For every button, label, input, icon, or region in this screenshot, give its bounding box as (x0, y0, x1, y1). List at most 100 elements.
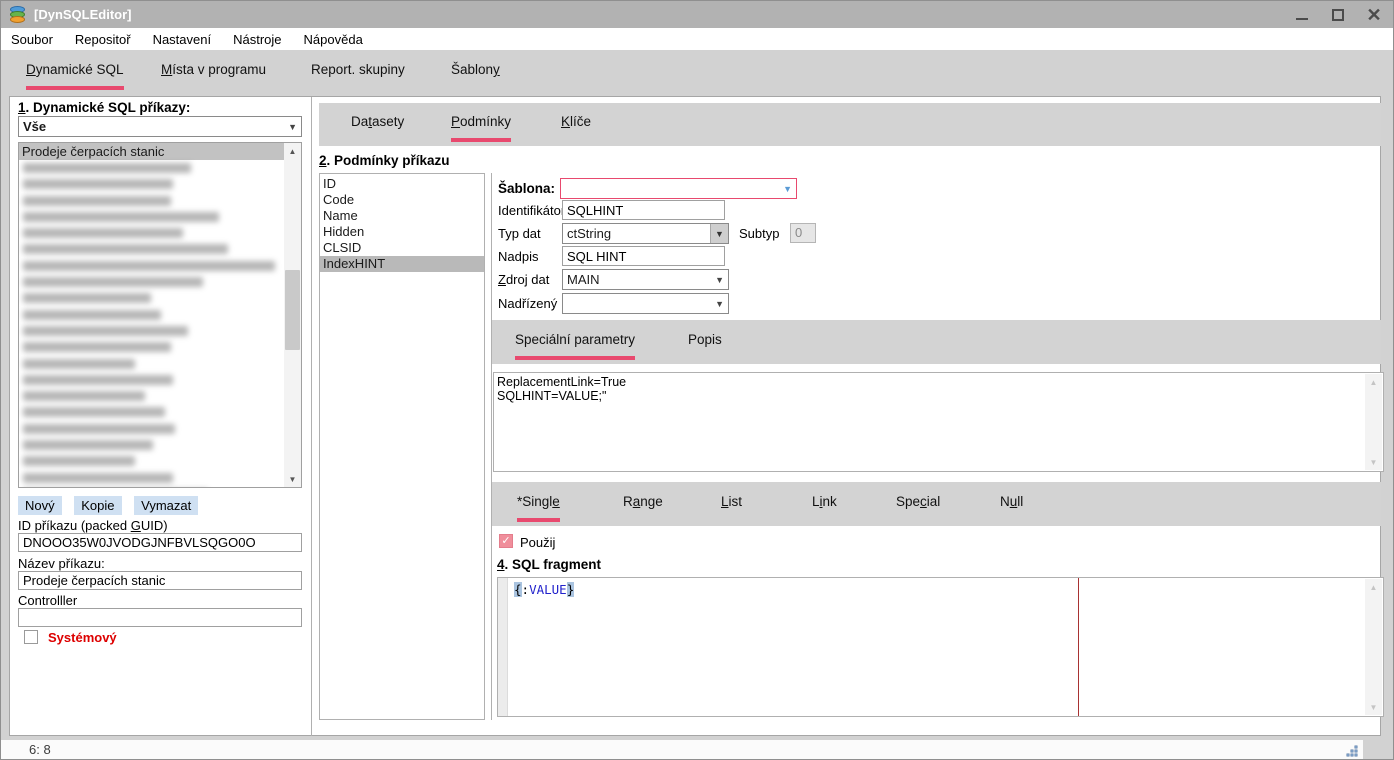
menu-nastroje[interactable]: Nástroje (231, 30, 291, 49)
tab-null[interactable]: Null (1000, 494, 1023, 518)
list-item[interactable]: Code (320, 192, 484, 208)
list-item[interactable]: CLSID (320, 240, 484, 256)
tab-single[interactable]: *Single (517, 494, 560, 522)
tab-klice[interactable]: Klíče (561, 114, 591, 138)
system-checkbox-label: Systémový (48, 630, 117, 645)
editor-code-line: {:VALUE} (514, 582, 574, 597)
parent-dropdown[interactable]: ▼ (562, 293, 729, 314)
maximize-icon (1332, 9, 1344, 21)
minimize-icon (1296, 18, 1308, 20)
condition-type-tab-bar: *Single Range List Link Special Null (492, 482, 1381, 526)
conditions-heading: 2. Podmínky příkazu (319, 153, 450, 168)
datatype-dropdown-value: ctString (567, 226, 611, 241)
filter-combobox-value: Vše (23, 119, 46, 134)
identifier-field[interactable] (562, 200, 725, 220)
menu-napoveda[interactable]: Nápověda (302, 30, 373, 49)
editor-scrollbar[interactable]: ▲ ▼ (1365, 579, 1382, 715)
new-button[interactable]: Nový (18, 496, 62, 515)
tab-sablony[interactable]: Šablony (451, 62, 500, 86)
tab-podminky[interactable]: Podmínky (451, 114, 511, 142)
tab-list[interactable]: List (721, 494, 742, 518)
title-bar: [DynSQLEditor] ✕ (1, 1, 1393, 28)
close-icon: ✕ (1366, 6, 1381, 24)
close-button[interactable]: ✕ (1363, 4, 1385, 26)
list-item-selected[interactable]: IndexHINT (320, 256, 484, 272)
list-item-selected[interactable]: Prodeje čerpacích stanic (19, 143, 284, 160)
check-icon: ✓ (501, 535, 510, 547)
delete-button[interactable]: Vymazat (134, 496, 198, 515)
tab-link[interactable]: Link (812, 494, 837, 518)
parent-label: Nadřízený (498, 296, 557, 311)
tab-dynamicke-sql[interactable]: Dynamické SQL (26, 62, 124, 90)
datasource-dropdown[interactable]: MAIN ▼ (562, 269, 729, 290)
scroll-up-icon[interactable]: ▲ (1365, 579, 1382, 595)
system-checkbox[interactable] (24, 630, 38, 644)
minimize-button[interactable] (1291, 4, 1313, 26)
tab-popis[interactable]: Popis (688, 332, 722, 356)
command-list-scrollbar[interactable]: ▲ ▼ (284, 143, 301, 487)
resize-grip-icon[interactable] (1343, 743, 1357, 756)
tab-specialni-parametry[interactable]: Speciální parametry (515, 332, 635, 360)
scroll-down-icon[interactable]: ▼ (284, 471, 301, 487)
template-label: Šablona: (498, 181, 555, 196)
datatype-label: Typ dat (498, 226, 541, 241)
menu-soubor[interactable]: Soubor (9, 30, 63, 49)
sql-command-list-blurred (19, 160, 301, 488)
detail-divider (491, 173, 492, 720)
pouzij-checkbox-label: Použij (520, 535, 555, 550)
template-combobox[interactable]: ▼ (560, 178, 797, 199)
scroll-up-icon[interactable]: ▲ (1365, 374, 1382, 390)
status-bar: 6: 8 (1, 740, 1363, 759)
param-scrollbar[interactable]: ▲ ▼ (1365, 374, 1382, 470)
pouzij-checkbox[interactable]: ✓ (499, 534, 513, 548)
maximize-button[interactable] (1327, 4, 1349, 26)
special-params-textarea[interactable]: ReplacementLink=True SQLHINT=VALUE;" ▲ ▼ (493, 372, 1384, 472)
tab-report-skupiny[interactable]: Report. skupiny (311, 62, 405, 86)
identifier-label: Identifikátor (498, 203, 565, 218)
scrollbar-thumb[interactable] (285, 270, 300, 350)
subtype-label: Subtyp (739, 226, 779, 241)
datasource-dropdown-value: MAIN (567, 272, 600, 287)
menu-nastaveni[interactable]: Nastavení (151, 30, 222, 49)
chevron-down-icon: ▼ (715, 299, 724, 309)
menu-bar: Soubor Repositoř Nastavení Nástroje Nápo… (1, 28, 1393, 50)
caption-field[interactable] (562, 246, 725, 266)
main-panel: 1. Dynamické SQL příkazy: Vše ▼ Prodeje … (9, 96, 1381, 736)
sql-fragment-heading: 4. SQL fragment (497, 557, 601, 572)
scroll-down-icon[interactable]: ▼ (1365, 699, 1382, 715)
condition-properties-list[interactable]: ID Code Name Hidden CLSID IndexHINT (319, 173, 485, 720)
datatype-dropdown[interactable]: ctString ▼ (562, 223, 729, 244)
chevron-down-icon: ▼ (288, 122, 297, 132)
chevron-down-icon[interactable]: ▼ (710, 224, 728, 243)
editor-gutter (498, 578, 508, 716)
command-name-field[interactable] (18, 571, 302, 590)
scroll-up-icon[interactable]: ▲ (284, 143, 301, 159)
list-item[interactable]: Name (320, 208, 484, 224)
tab-mista-v-programu[interactable]: Místa v programu (161, 62, 266, 86)
tab-datasety[interactable]: Datasety (351, 114, 404, 138)
window-title: [DynSQLEditor] (34, 7, 132, 22)
list-item[interactable]: Hidden (320, 224, 484, 240)
scroll-down-icon[interactable]: ▼ (1365, 454, 1382, 470)
app-window: [DynSQLEditor] ✕ Soubor Repositoř Nastav… (0, 0, 1394, 760)
command-name-label: Název příkazu: (18, 556, 105, 571)
datasource-label: Zdroj dat (498, 272, 549, 287)
list-item[interactable]: ID (320, 176, 484, 192)
filter-combobox[interactable]: Vše ▼ (18, 116, 302, 137)
app-database-icon (8, 6, 26, 24)
copy-button[interactable]: Kopie (74, 496, 121, 515)
param-tab-bar: Speciální parametry Popis (492, 320, 1381, 364)
tab-special[interactable]: Special (896, 494, 940, 518)
special-params-text: ReplacementLink=True SQLHINT=VALUE;" (497, 375, 1363, 469)
menu-repositor[interactable]: Repositoř (73, 30, 141, 49)
sidebar-heading: 1. Dynamické SQL příkazy: (18, 100, 190, 115)
sql-command-list[interactable]: Prodeje čerpacích stanic ▲ ▼ (18, 142, 302, 488)
caption-label: Nadpis (498, 249, 538, 264)
subtype-field-disabled: 0 (790, 223, 816, 243)
command-id-field[interactable] (18, 533, 302, 552)
sql-fragment-editor[interactable]: {:VALUE} ▲ ▼ (497, 577, 1384, 717)
tab-range[interactable]: Range (623, 494, 663, 518)
controller-field[interactable] (18, 608, 302, 627)
chevron-down-icon: ▼ (715, 275, 724, 285)
main-tab-bar: Dynamické SQL Místa v programu Report. s… (1, 50, 1393, 96)
